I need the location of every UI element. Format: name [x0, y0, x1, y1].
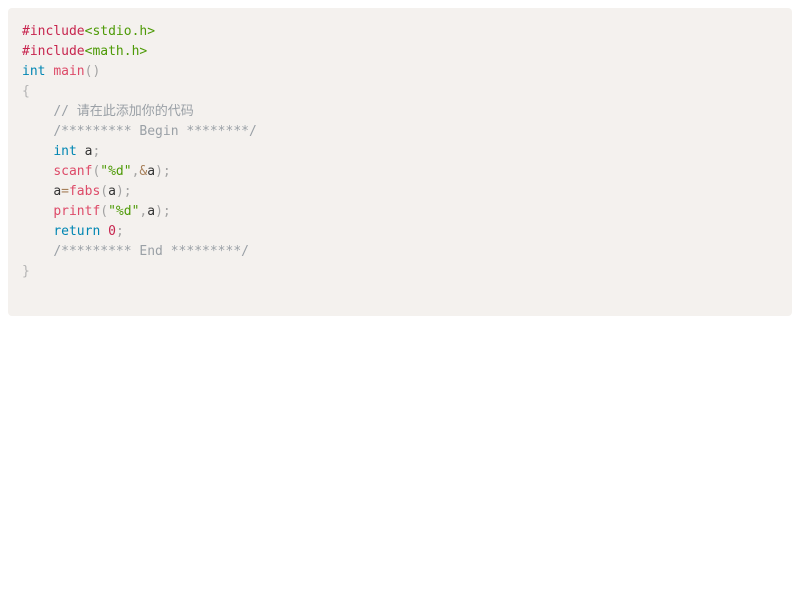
- code-token: a: [147, 164, 156, 179]
- code-line: /********* End *********/: [22, 242, 778, 262]
- code-token: int: [22, 64, 46, 79]
- code-token: );: [155, 164, 171, 179]
- code-token: /********* Begin ********/: [53, 124, 257, 139]
- code-token: fabs: [68, 184, 101, 199]
- code-token: /********* End *********/: [53, 244, 249, 259]
- code-line: /********* Begin ********/: [22, 122, 778, 142]
- code-line: a=fabs(a);: [22, 182, 778, 202]
- code-token: "%d": [108, 204, 140, 219]
- code-line: scanf("%d",&a);: [22, 162, 778, 182]
- code-token: a: [147, 204, 156, 219]
- code-content[interactable]: #include<stdio.h> #include<math.h> int mai…: [8, 22, 792, 282]
- code-token: int: [53, 144, 77, 159]
- code-token: 0: [108, 224, 116, 239]
- code-token: );: [115, 184, 132, 199]
- code-token: printf: [53, 204, 101, 219]
- code-line: {: [22, 82, 778, 102]
- code-line: printf("%d",a);: [22, 202, 778, 222]
- code-token: (: [100, 204, 109, 219]
- code-line: int main(): [22, 62, 778, 82]
- code-token: (: [100, 184, 109, 199]
- code-token: =: [61, 184, 69, 199]
- code-token: (): [84, 64, 101, 79]
- code-token: ;: [115, 224, 124, 239]
- code-line: int a;: [22, 142, 778, 162]
- code-token: #include: [22, 24, 85, 39]
- code-token: #include: [22, 44, 85, 59]
- code-token: "%d": [100, 164, 132, 179]
- code-token: }: [22, 264, 30, 279]
- code-line: #include<stdio.h>: [22, 22, 778, 42]
- code-token: ;: [92, 144, 101, 159]
- code-token: <math.h>: [84, 44, 148, 59]
- code-token: a: [108, 184, 116, 199]
- code-line: // 请在此添加你的代码: [22, 102, 778, 122]
- code-line: }: [22, 262, 778, 282]
- code-line: return 0;: [22, 222, 778, 242]
- code-token: // 请在此添加你的代码: [53, 104, 194, 119]
- code-token: main: [53, 64, 85, 79]
- code-token: a: [53, 184, 62, 199]
- page-root: #include<stdio.h> #include<math.h> int mai…: [0, 0, 800, 600]
- code-token: scanf: [53, 164, 93, 179]
- code-token: );: [155, 204, 171, 219]
- code-token: return: [53, 224, 101, 239]
- code-token: {: [22, 84, 30, 99]
- code-line: #include<math.h>: [22, 42, 778, 62]
- code-editor-panel[interactable]: #include<stdio.h> #include<math.h> int mai…: [8, 8, 792, 316]
- code-token: <stdio.h>: [84, 24, 156, 39]
